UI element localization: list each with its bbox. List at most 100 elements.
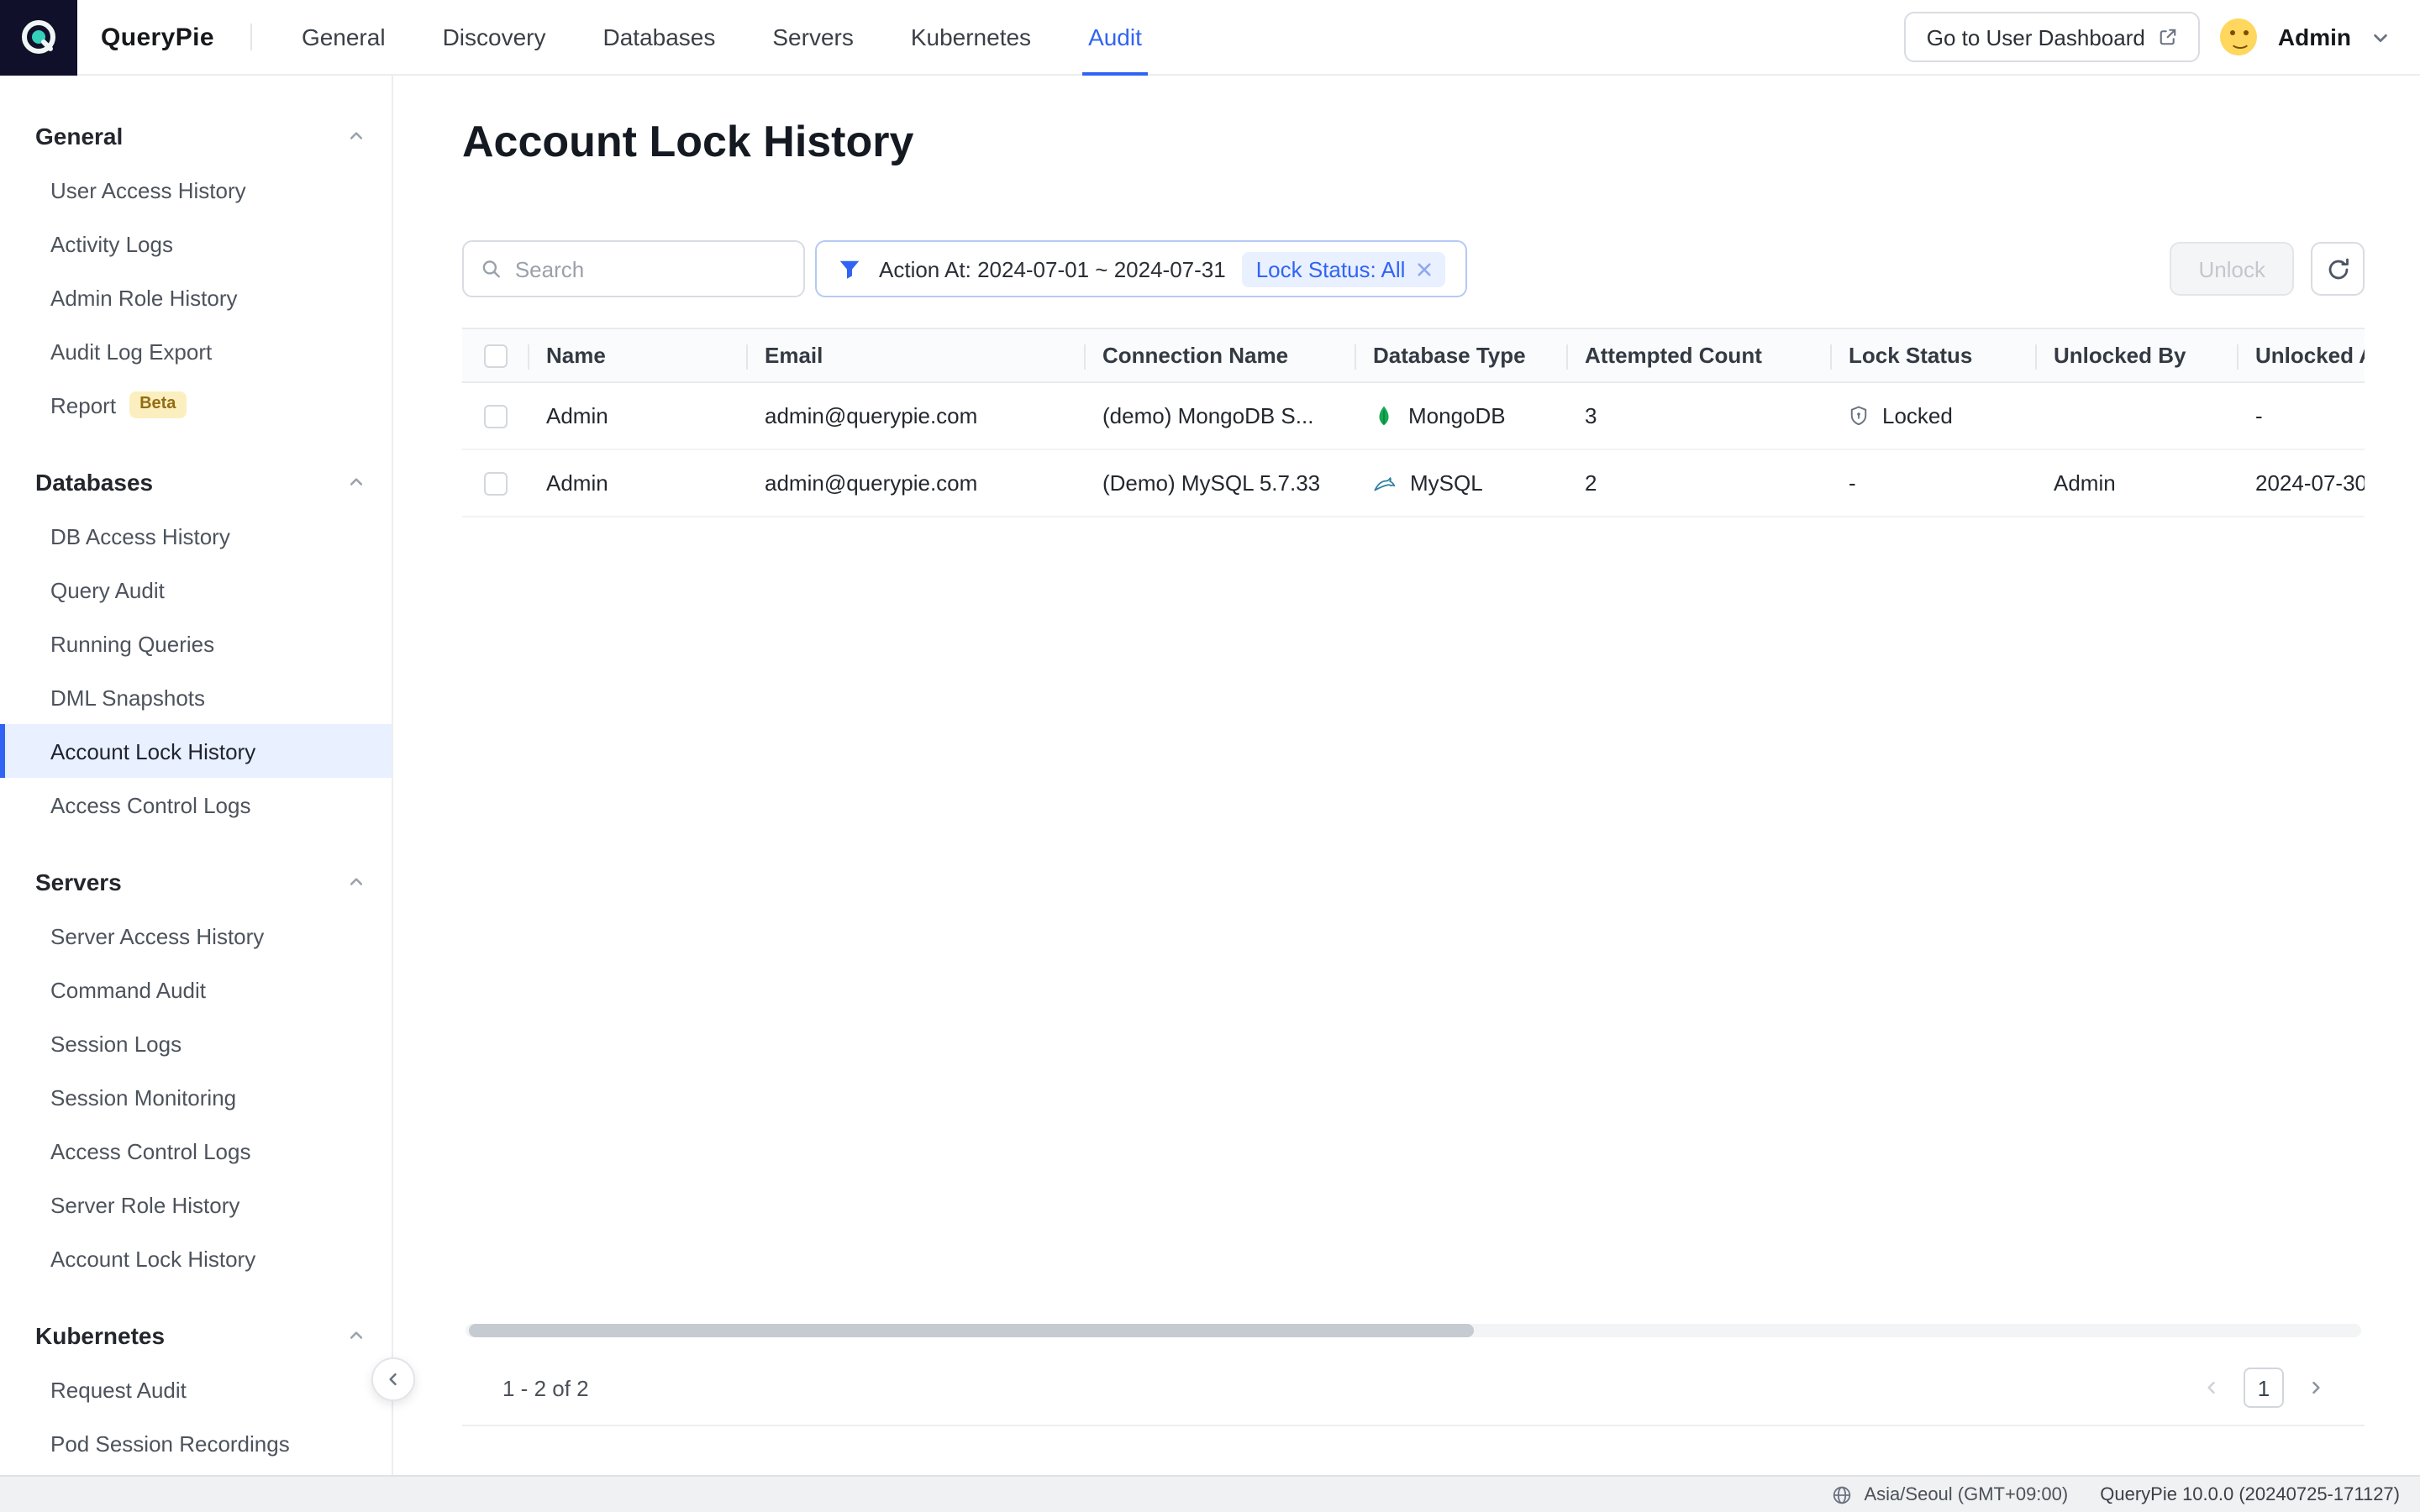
filter-icon <box>837 256 862 281</box>
sidebar-item-label: Server Access History <box>50 923 264 948</box>
cell-email: admin@querypie.com <box>748 383 1086 449</box>
sidebar-item-db-access-history[interactable]: DB Access History <box>0 509 392 563</box>
user-avatar[interactable] <box>2221 18 2258 55</box>
row-checkbox[interactable] <box>484 471 508 495</box>
beta-badge: Beta <box>129 391 186 418</box>
sidebar-item-server-role-history[interactable]: Server Role History <box>0 1178 392 1231</box>
shield-lock-icon <box>1849 405 1869 427</box>
nav-discovery[interactable]: Discovery <box>414 0 575 75</box>
nav-databases[interactable]: Databases <box>575 0 744 75</box>
unlock-button[interactable]: Unlock <box>2170 242 2295 296</box>
sidebar-section-kubernetes: Kubernetes Request Audit Pod Session Rec… <box>0 1309 392 1470</box>
next-page-button[interactable] <box>2307 1379 2324 1396</box>
sidebar-item-label: Admin Role History <box>50 285 238 310</box>
cell-connection-name: (demo) MongoDB S... <box>1086 383 1356 449</box>
sidebar-item-access-control-logs-server[interactable]: Access Control Logs <box>0 1124 392 1178</box>
sidebar-item-request-audit[interactable]: Request Audit <box>0 1362 392 1416</box>
col-header-lock-status: Lock Status <box>1832 329 2037 381</box>
database-type-label: MySQL <box>1410 470 1483 496</box>
sidebar-item-label: Server Role History <box>50 1192 239 1217</box>
horizontal-scrollbar-thumb[interactable] <box>469 1324 1474 1337</box>
search-box <box>462 240 805 297</box>
go-to-user-dashboard-button[interactable]: Go to User Dashboard <box>1905 12 2201 62</box>
sidebar-item-label: Query Audit <box>50 577 165 602</box>
filter-date-range[interactable]: Action At: 2024-07-01 ~ 2024-07-31 <box>879 256 1226 281</box>
sidebar-item-label: Running Queries <box>50 631 214 656</box>
sidebar-item-account-lock-history-server[interactable]: Account Lock History <box>0 1231 392 1285</box>
sidebar-item-admin-role-history[interactable]: Admin Role History <box>0 270 392 324</box>
table-footer: 1 - 2 of 2 1 <box>462 1351 2365 1425</box>
sidebar-item-audit-log-export[interactable]: Audit Log Export <box>0 324 392 378</box>
external-link-icon <box>2159 27 2179 47</box>
topbar-divider <box>251 24 253 50</box>
select-all-checkbox[interactable] <box>484 344 508 367</box>
sidebar-item-user-access-history[interactable]: User Access History <box>0 163 392 217</box>
cell-name: Admin <box>529 383 748 449</box>
cell-unlocked-by: Admin <box>2037 450 2238 516</box>
pagination: 1 <box>2203 1368 2324 1408</box>
sidebar-collapse-button[interactable] <box>371 1357 415 1401</box>
refresh-icon <box>2325 256 2350 281</box>
sidebar-section-header-kubernetes[interactable]: Kubernetes <box>0 1309 392 1362</box>
sidebar-item-label: Account Lock History <box>50 738 255 764</box>
filter-bar[interactable]: Action At: 2024-07-01 ~ 2024-07-31 Lock … <box>815 240 1467 297</box>
cell-connection-name: (Demo) MySQL 5.7.33 <box>1086 450 1356 516</box>
sidebar-section-header-databases[interactable]: Databases <box>0 455 392 509</box>
cell-lock-status: Locked <box>1832 383 2037 449</box>
table-horizontal-viewport: Name Email Connection Name Database Type… <box>462 328 2365 517</box>
nav-servers[interactable]: Servers <box>744 0 881 75</box>
primary-nav: General Discovery Databases Servers Kube… <box>273 0 1171 75</box>
row-checkbox[interactable] <box>484 404 508 428</box>
sidebar-section-title: Databases <box>35 469 153 496</box>
sidebar-item-label: Account Lock History <box>50 1246 255 1271</box>
search-input[interactable] <box>515 256 786 281</box>
page-number-button[interactable]: 1 <box>2244 1368 2284 1408</box>
table-controls: Action At: 2024-07-01 ~ 2024-07-31 Lock … <box>462 240 2365 297</box>
sidebar-item-pod-session-recordings[interactable]: Pod Session Recordings <box>0 1416 392 1470</box>
cell-attempted-count: 3 <box>1568 383 1832 449</box>
sidebar-section-header-servers[interactable]: Servers <box>0 855 392 909</box>
nav-general[interactable]: General <box>273 0 414 75</box>
sidebar-item-server-access-history[interactable]: Server Access History <box>0 909 392 963</box>
sidebar-item-report[interactable]: Report Beta <box>0 378 392 432</box>
filter-tag-lock-status[interactable]: Lock Status: All <box>1243 251 1446 286</box>
col-header-unlocked-by: Unlocked By <box>2037 329 2238 381</box>
close-icon[interactable] <box>1417 261 1432 276</box>
sidebar-item-command-audit[interactable]: Command Audit <box>0 963 392 1016</box>
chevron-up-icon <box>348 474 365 491</box>
sidebar-item-query-audit[interactable]: Query Audit <box>0 563 392 617</box>
refresh-button[interactable] <box>2311 242 2365 296</box>
querypie-logo-icon <box>18 17 59 57</box>
sidebar-item-dml-snapshots[interactable]: DML Snapshots <box>0 670 392 724</box>
sidebar-section-header-general[interactable]: General <box>0 109 392 163</box>
cell-name: Admin <box>529 450 748 516</box>
sidebar-item-running-queries[interactable]: Running Queries <box>0 617 392 670</box>
col-header-unlocked-at: Unlocked At <box>2238 329 2365 381</box>
sidebar-item-label: DB Access History <box>50 523 230 549</box>
horizontal-scrollbar[interactable] <box>466 1324 2361 1337</box>
lock-status-label: Locked <box>1882 403 1953 428</box>
sidebar-item-activity-logs[interactable]: Activity Logs <box>0 217 392 270</box>
sidebar-item-access-control-logs-db[interactable]: Access Control Logs <box>0 778 392 832</box>
previous-page-button[interactable] <box>2203 1379 2220 1396</box>
chevron-down-icon[interactable] <box>2371 28 2390 46</box>
sidebar-item-session-logs[interactable]: Session Logs <box>0 1016 392 1070</box>
nav-audit[interactable]: Audit <box>1060 0 1171 75</box>
go-to-user-dashboard-label: Go to User Dashboard <box>1927 24 2145 50</box>
col-header-name: Name <box>529 329 748 381</box>
sidebar-item-account-lock-history-db[interactable]: Account Lock History <box>0 724 392 778</box>
sidebar-item-session-monitoring[interactable]: Session Monitoring <box>0 1070 392 1124</box>
page-title: Account Lock History <box>462 116 913 168</box>
querypie-logo[interactable] <box>0 0 77 75</box>
cell-email: admin@querypie.com <box>748 450 1086 516</box>
sidebar-item-label: DML Snapshots <box>50 685 205 710</box>
sidebar-item-label: Access Control Logs <box>50 792 250 817</box>
nav-kubernetes[interactable]: Kubernetes <box>882 0 1060 75</box>
sidebar-section-general: General User Access History Activity Log… <box>0 109 392 432</box>
sidebar-item-label: Report <box>50 392 116 417</box>
table-header-row: Name Email Connection Name Database Type… <box>462 328 2365 383</box>
sidebar-item-label: Request Audit <box>50 1377 187 1402</box>
chevron-up-icon <box>348 874 365 890</box>
mysql-icon <box>1373 472 1397 494</box>
timezone-label[interactable]: Asia/Seoul (GMT+09:00) <box>1865 1484 2069 1504</box>
